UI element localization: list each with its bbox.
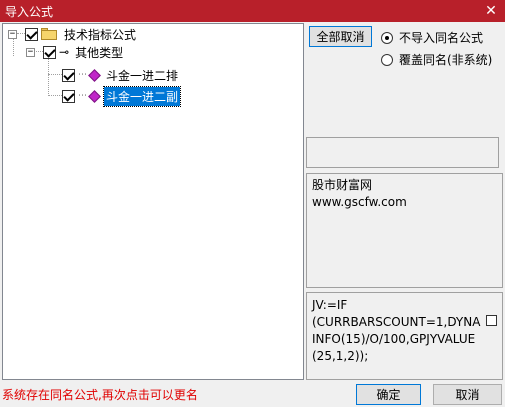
tree-connector xyxy=(48,95,62,96)
tree-node-root[interactable]: − 技术指标公式 xyxy=(8,25,138,43)
info-panel: 股市财富网 www.gscfw.com xyxy=(306,173,503,288)
cancel-button[interactable]: 取消 xyxy=(433,384,502,405)
radio-indicator[interactable] xyxy=(381,53,393,66)
collapse-toggle[interactable]: − xyxy=(8,29,17,39)
collapse-toggle[interactable]: − xyxy=(26,47,35,57)
tree-connector xyxy=(48,74,62,75)
deselect-all-button[interactable]: 全部取消 xyxy=(309,26,372,47)
close-icon[interactable]: ✕ xyxy=(483,3,499,19)
radio-label: 不导入同名公式 xyxy=(399,31,484,45)
formula-tree[interactable]: − 技术指标公式 − ⊸ 其他类型 ⋯ 斗金一进二排 ⋯ 斗金一进二副 xyxy=(2,23,304,380)
tree-item-label: 斗金一进二副 xyxy=(102,85,182,107)
tree-item-label: 斗金一进二排 xyxy=(106,68,179,83)
link-icon: ⋯ xyxy=(78,91,87,101)
key-icon: ⊸ xyxy=(59,45,70,59)
blank-panel xyxy=(306,137,499,168)
radio-indicator[interactable] xyxy=(381,31,393,44)
tree-item-selected[interactable]: ⋯ 斗金一进二副 xyxy=(62,85,182,107)
formula-diamond-icon xyxy=(88,68,101,82)
link-icon: ⋯ xyxy=(78,70,87,80)
root-checkbox[interactable] xyxy=(25,27,38,41)
formula-panel: JV:=IF (CURRBARSCOUNT=1,DYNA INFO(15)/O/… xyxy=(306,292,503,380)
group-checkbox[interactable] xyxy=(43,45,56,59)
radio-skip-duplicates[interactable]: 不导入同名公式 xyxy=(381,29,483,46)
title-bar: 导入公式 ✕ xyxy=(0,0,505,22)
folder-icon xyxy=(41,28,57,40)
item-checkbox[interactable] xyxy=(62,68,75,82)
tree-node-label: 其他类型 xyxy=(75,45,124,60)
status-message: 系统存在同名公式,再次点击可以更名 xyxy=(2,388,198,402)
tree-connector xyxy=(48,56,49,96)
tree-node-group[interactable]: − ⊸ 其他类型 xyxy=(26,43,125,61)
info-line-2: www.gscfw.com xyxy=(312,195,407,209)
ok-button[interactable]: 确定 xyxy=(356,384,421,405)
tree-item[interactable]: ⋯ 斗金一进二排 xyxy=(62,66,180,84)
formula-diamond-icon xyxy=(88,89,101,103)
radio-overwrite[interactable]: 覆盖同名(非系统) xyxy=(381,51,492,68)
info-line-1: 股市财富网 xyxy=(312,178,373,192)
tree-node-label: 技术指标公式 xyxy=(64,27,137,42)
item-checkbox[interactable] xyxy=(62,89,75,103)
radio-label: 覆盖同名(非系统) xyxy=(399,53,493,67)
window-title: 导入公式 xyxy=(5,4,54,19)
formula-text: JV:=IF (CURRBARSCOUNT=1,DYNA INFO(15)/O/… xyxy=(312,298,481,363)
formula-checkbox[interactable] xyxy=(486,315,497,326)
